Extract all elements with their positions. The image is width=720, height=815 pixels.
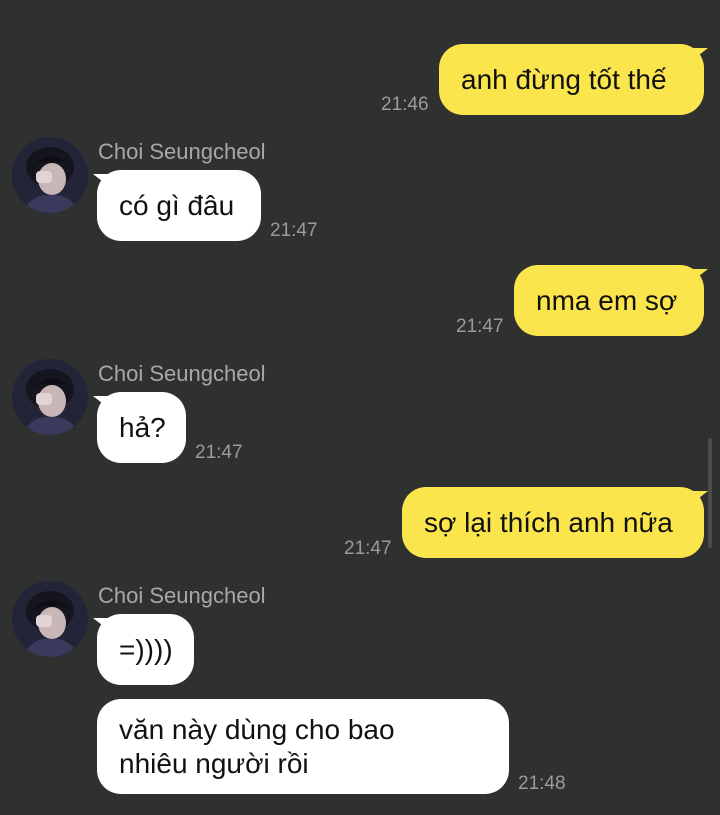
avatar-image (12, 581, 88, 657)
chat-view: 21:46 anh đừng tốt thế Choi Seungcheol c… (0, 0, 720, 815)
message-text: sợ lại thích anh nữa (424, 506, 673, 538)
sender-name: Choi Seungcheol (98, 583, 266, 608)
outgoing-message-bubble[interactable]: sợ lại thích anh nữa (402, 487, 704, 558)
sender-name: Choi Seungcheol (98, 361, 266, 386)
avatar[interactable] (12, 137, 88, 213)
message-text: có gì đâu (119, 189, 235, 221)
message-timestamp: 21:48 (518, 773, 566, 794)
outgoing-message-bubble[interactable]: anh đừng tốt thế (439, 44, 704, 115)
bubble-tail (690, 269, 708, 283)
incoming-message-bubble[interactable]: văn này dùng cho bao nhiêu người rồi (97, 699, 509, 794)
bubble-tail (690, 48, 708, 62)
outgoing-message-bubble[interactable]: nma em sợ (514, 265, 704, 336)
message-timestamp: 21:47 (195, 442, 243, 463)
incoming-message-bubble[interactable]: có gì đâu (97, 170, 261, 241)
bubble-tail (690, 491, 708, 505)
message-timestamp: 21:47 (270, 220, 318, 241)
avatar-image (12, 359, 88, 435)
message-timestamp: 21:47 (456, 316, 504, 337)
message-text: nma em sợ (536, 284, 678, 316)
message-text: =)))) (119, 633, 173, 665)
scrollbar[interactable] (708, 438, 712, 548)
message-timestamp: 21:47 (344, 538, 392, 559)
incoming-message-bubble[interactable]: =)))) (97, 614, 194, 685)
message-text: anh đừng tốt thế (461, 63, 667, 95)
message-text: hả? (119, 411, 166, 443)
avatar-image (12, 137, 88, 213)
sender-name: Choi Seungcheol (98, 139, 266, 164)
avatar[interactable] (12, 359, 88, 435)
incoming-message-bubble[interactable]: hả? (97, 392, 186, 463)
message-timestamp: 21:46 (381, 94, 429, 115)
avatar[interactable] (12, 581, 88, 657)
message-text: văn này dùng cho bao nhiêu người rồi (119, 713, 395, 779)
